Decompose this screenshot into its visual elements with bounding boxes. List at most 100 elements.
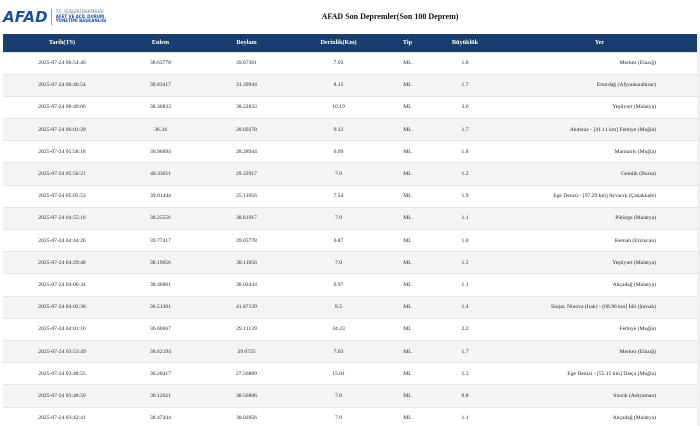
cell-type: ML (384, 228, 431, 252)
cell-date: 2025-07-24 05:58:18 (3, 140, 121, 163)
cell-type: ML (384, 251, 431, 274)
table-row[interactable]: 2025-07-24 06:46:54 38.83417 31.39944 8.15 M… (3, 73, 700, 97)
cell-depth: 15.01 (293, 362, 384, 385)
table-row[interactable]: 2025-07-24 04:01:16 36.66667 29.11139 34.23… (3, 317, 700, 341)
cell-location: Yeşilyurt (Malatya) (499, 95, 700, 119)
cell-latitude: 36.66667 (121, 317, 200, 341)
cell-latitude: 40.33611 (121, 162, 200, 186)
column-header-latitude[interactable]: Enlem (121, 34, 200, 52)
cell-type: ML (384, 273, 431, 297)
cell-latitude: 38.47444 (121, 406, 200, 426)
table-row[interactable]: 2025-07-24 06:54:46 38.63778 39.67361 7.03 M… (3, 51, 700, 75)
cell-type: ML (384, 206, 431, 230)
cell-type: ML (384, 162, 431, 186)
cell-date: 2025-07-24 03:48:55 (3, 362, 121, 385)
cell-magnitude: 1.1 (431, 206, 499, 230)
table-row[interactable]: 2025-07-24 03:48:50 38.12611 38.56806 7.0 ML… (3, 384, 700, 407)
cell-location: Ege Denizi - [55.15 km] Datça (Muğla) (499, 362, 700, 385)
cell-depth: 7.0 (293, 251, 384, 274)
cell-depth: 7.0 (293, 162, 384, 186)
cell-depth: 7.03 (293, 51, 384, 75)
cell-magnitude: 2.2 (431, 317, 499, 341)
cell-date: 2025-07-24 04:55:16 (3, 206, 121, 230)
table-body: 2025-07-24 06:54:46 38.63778 39.67361 7.03 M… (3, 51, 700, 426)
cell-date: 2025-07-24 06:46:54 (3, 73, 121, 97)
cell-type: ML (384, 140, 431, 163)
cell-date: 2025-07-24 03:42:41 (3, 406, 121, 426)
cell-longitude: 38.81917 (200, 206, 293, 230)
column-header-location[interactable]: Yer (499, 34, 700, 52)
cell-longitude: 28.28944 (200, 140, 293, 163)
cell-latitude: 38.19056 (121, 251, 200, 274)
cell-depth: 6.87 (293, 228, 384, 252)
cell-magnitude: 1.7 (431, 339, 499, 363)
cell-date: 2025-07-24 05:05:53 (3, 184, 121, 208)
cell-type: ML (384, 406, 431, 426)
cell-location: Fethiye (Muğla) (499, 317, 700, 341)
cell-longitude: 41.87139 (200, 295, 293, 319)
cell-longitude: 39.6725 (200, 339, 293, 363)
cell-depth: 10.19 (293, 95, 384, 119)
table-row[interactable]: 2025-07-24 03:53:49 38.62194 39.6725 7.03 ML… (3, 339, 700, 363)
cell-date: 2025-07-24 04:44:26 (3, 228, 121, 252)
cell-latitude: 38.83417 (121, 73, 200, 97)
cell-location: Ege Denizi - [97.29 km] Ayvacık (Çanakka… (499, 184, 700, 208)
cell-date: 2025-07-24 04:01:16 (3, 317, 121, 341)
cell-magnitude: 1.0 (431, 228, 499, 252)
column-header-depth[interactable]: Derinlik(Km) (293, 34, 384, 52)
table-row[interactable]: 2025-07-24 05:05:53 39.01444 25.11056 7.54 M… (3, 184, 700, 208)
cell-longitude: 39.67361 (200, 51, 293, 75)
earthquake-table: Tarih(TS) Enlem Boylam Derinlik(Km) Tip … (3, 34, 700, 426)
cell-magnitude: 1.7 (431, 73, 499, 97)
table-row[interactable]: 2025-07-24 04:02:36 36.51361 41.87139 8.5 ML… (3, 295, 700, 319)
cell-type: ML (384, 118, 431, 141)
cell-depth: 6.97 (293, 273, 384, 297)
cell-date: 2025-07-24 06:40:06 (3, 95, 121, 119)
cell-magnitude: 1.1 (431, 273, 499, 297)
cell-longitude: 29.11139 (200, 317, 293, 341)
cell-latitude: 38.46861 (121, 273, 200, 297)
cell-location: Merkez (Elazığ) (499, 339, 700, 363)
table-row[interactable]: 2025-07-24 05:58:18 36.96694 28.28944 6.99 M… (3, 140, 700, 163)
table-row[interactable]: 2025-07-24 06:01:39 36.34 28.69278 9.12 ML 1.… (3, 118, 700, 141)
cell-latitude: 38.25556 (121, 206, 200, 230)
cell-longitude: 38.22833 (200, 95, 293, 119)
table-row[interactable]: 2025-07-24 04:55:16 38.25556 38.81917 7.0 ML… (3, 206, 700, 230)
cell-depth: 7.54 (293, 184, 384, 208)
page-title: AFAD Son Depremler(Son 100 Deprem) (321, 12, 459, 21)
table-row[interactable]: 2025-07-24 04:29:48 38.19056 38.11056 7.0 ML… (3, 251, 700, 274)
cell-magnitude: 0.8 (431, 384, 499, 407)
column-header-longitude[interactable]: Boylam (200, 34, 293, 52)
cell-location: Akçadağ (Malatya) (499, 273, 700, 297)
column-header-type[interactable]: Tip (384, 34, 431, 52)
cell-type: ML (384, 362, 431, 385)
table-row[interactable]: 2025-07-24 05:56:21 40.33611 29.33917 7.0 ML… (3, 162, 700, 186)
cell-depth: 7.0 (293, 406, 384, 426)
cell-location: Marmaris (Muğla) (499, 140, 700, 163)
cell-depth: 8.5 (293, 295, 384, 319)
cell-latitude: 36.20417 (121, 362, 200, 385)
table-row[interactable]: 2025-07-24 04:44:26 39.77417 39.05778 6.87 M… (3, 228, 700, 252)
cell-depth: 34.23 (293, 317, 384, 341)
table-row[interactable]: 2025-07-24 04:06:34 38.46861 38.02444 6.97 M… (3, 273, 700, 297)
cell-latitude: 38.62194 (121, 339, 200, 363)
cell-depth: 8.15 (293, 73, 384, 97)
column-header-date[interactable]: Tarih(TS) (3, 34, 121, 52)
cell-magnitude: 1.8 (431, 140, 499, 163)
cell-magnitude: 1.3 (431, 362, 499, 385)
cell-longitude: 31.39944 (200, 73, 293, 97)
cell-date: 2025-07-24 04:06:34 (3, 273, 121, 297)
cell-location: Akçadağ (Malatya) (499, 406, 700, 426)
table-row[interactable]: 2025-07-24 06:40:06 38.30833 38.22833 10.19… (3, 95, 700, 119)
cell-type: ML (384, 95, 431, 119)
cell-date: 2025-07-24 06:01:39 (3, 118, 121, 141)
cell-depth: 6.99 (293, 140, 384, 163)
cell-longitude: 29.33917 (200, 162, 293, 186)
column-header-magnitude[interactable]: Büyüklük (431, 34, 499, 52)
cell-longitude: 38.02056 (200, 406, 293, 426)
table-row[interactable]: 2025-07-24 03:48:55 36.20417 27.56889 15.01… (3, 362, 700, 385)
cell-latitude: 38.30833 (121, 95, 200, 119)
table-row[interactable]: 2025-07-24 03:42:41 38.47444 38.02056 7.0 ML… (3, 406, 700, 426)
cell-location: Yeşilyurt (Malatya) (499, 251, 700, 274)
cell-depth: 7.03 (293, 339, 384, 363)
